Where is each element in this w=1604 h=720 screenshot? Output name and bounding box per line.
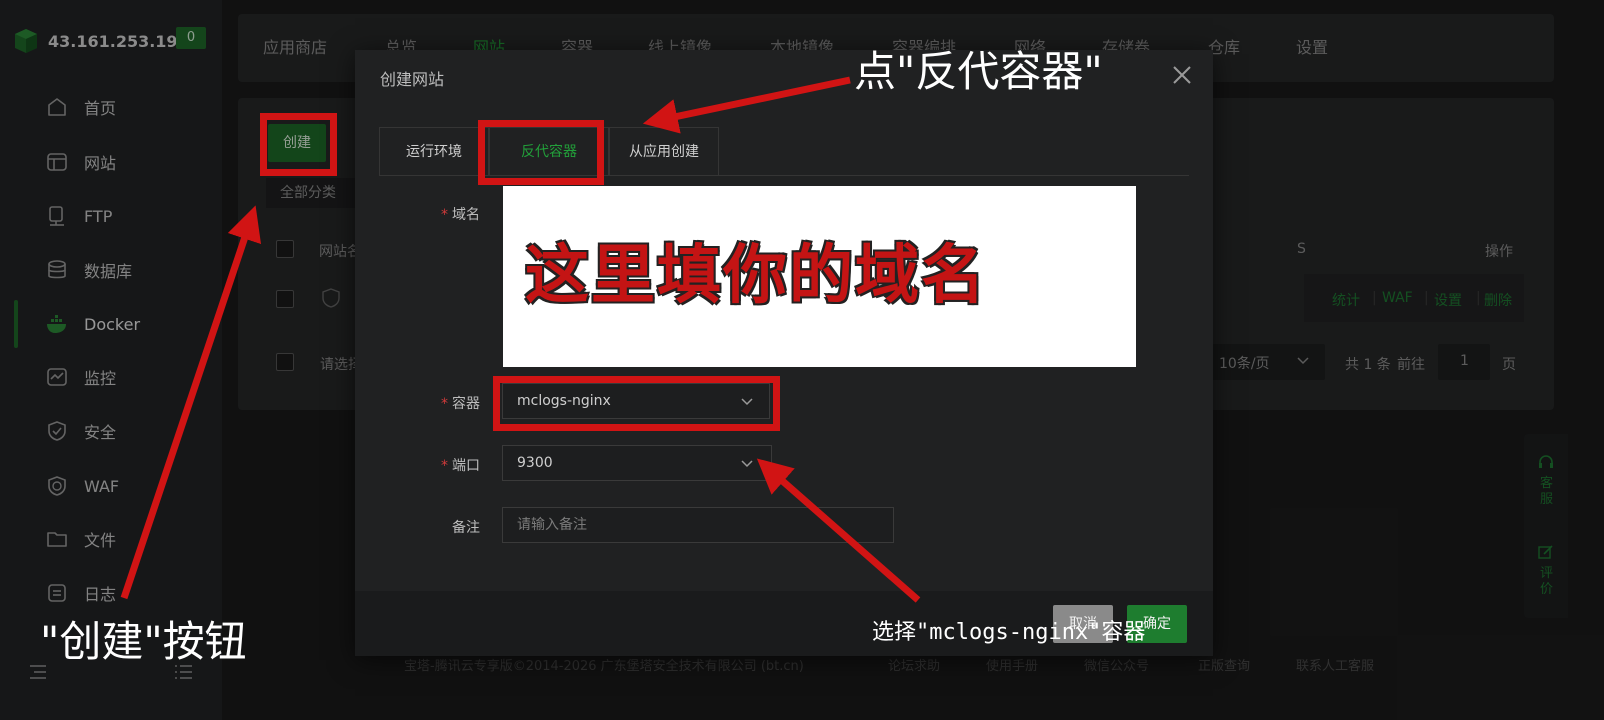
arrow-to-reverse-proxy-tab [642, 76, 851, 134]
arrow-to-port-select [756, 458, 921, 603]
arrow-to-create-button [120, 205, 262, 600]
create-annotation-text: "创建"按钮 [40, 617, 247, 666]
tab-annotation-text: 点"反代容器" [854, 47, 1103, 96]
select-annotation-text: 选择"mclogs-nginx"容器 [872, 620, 1146, 645]
